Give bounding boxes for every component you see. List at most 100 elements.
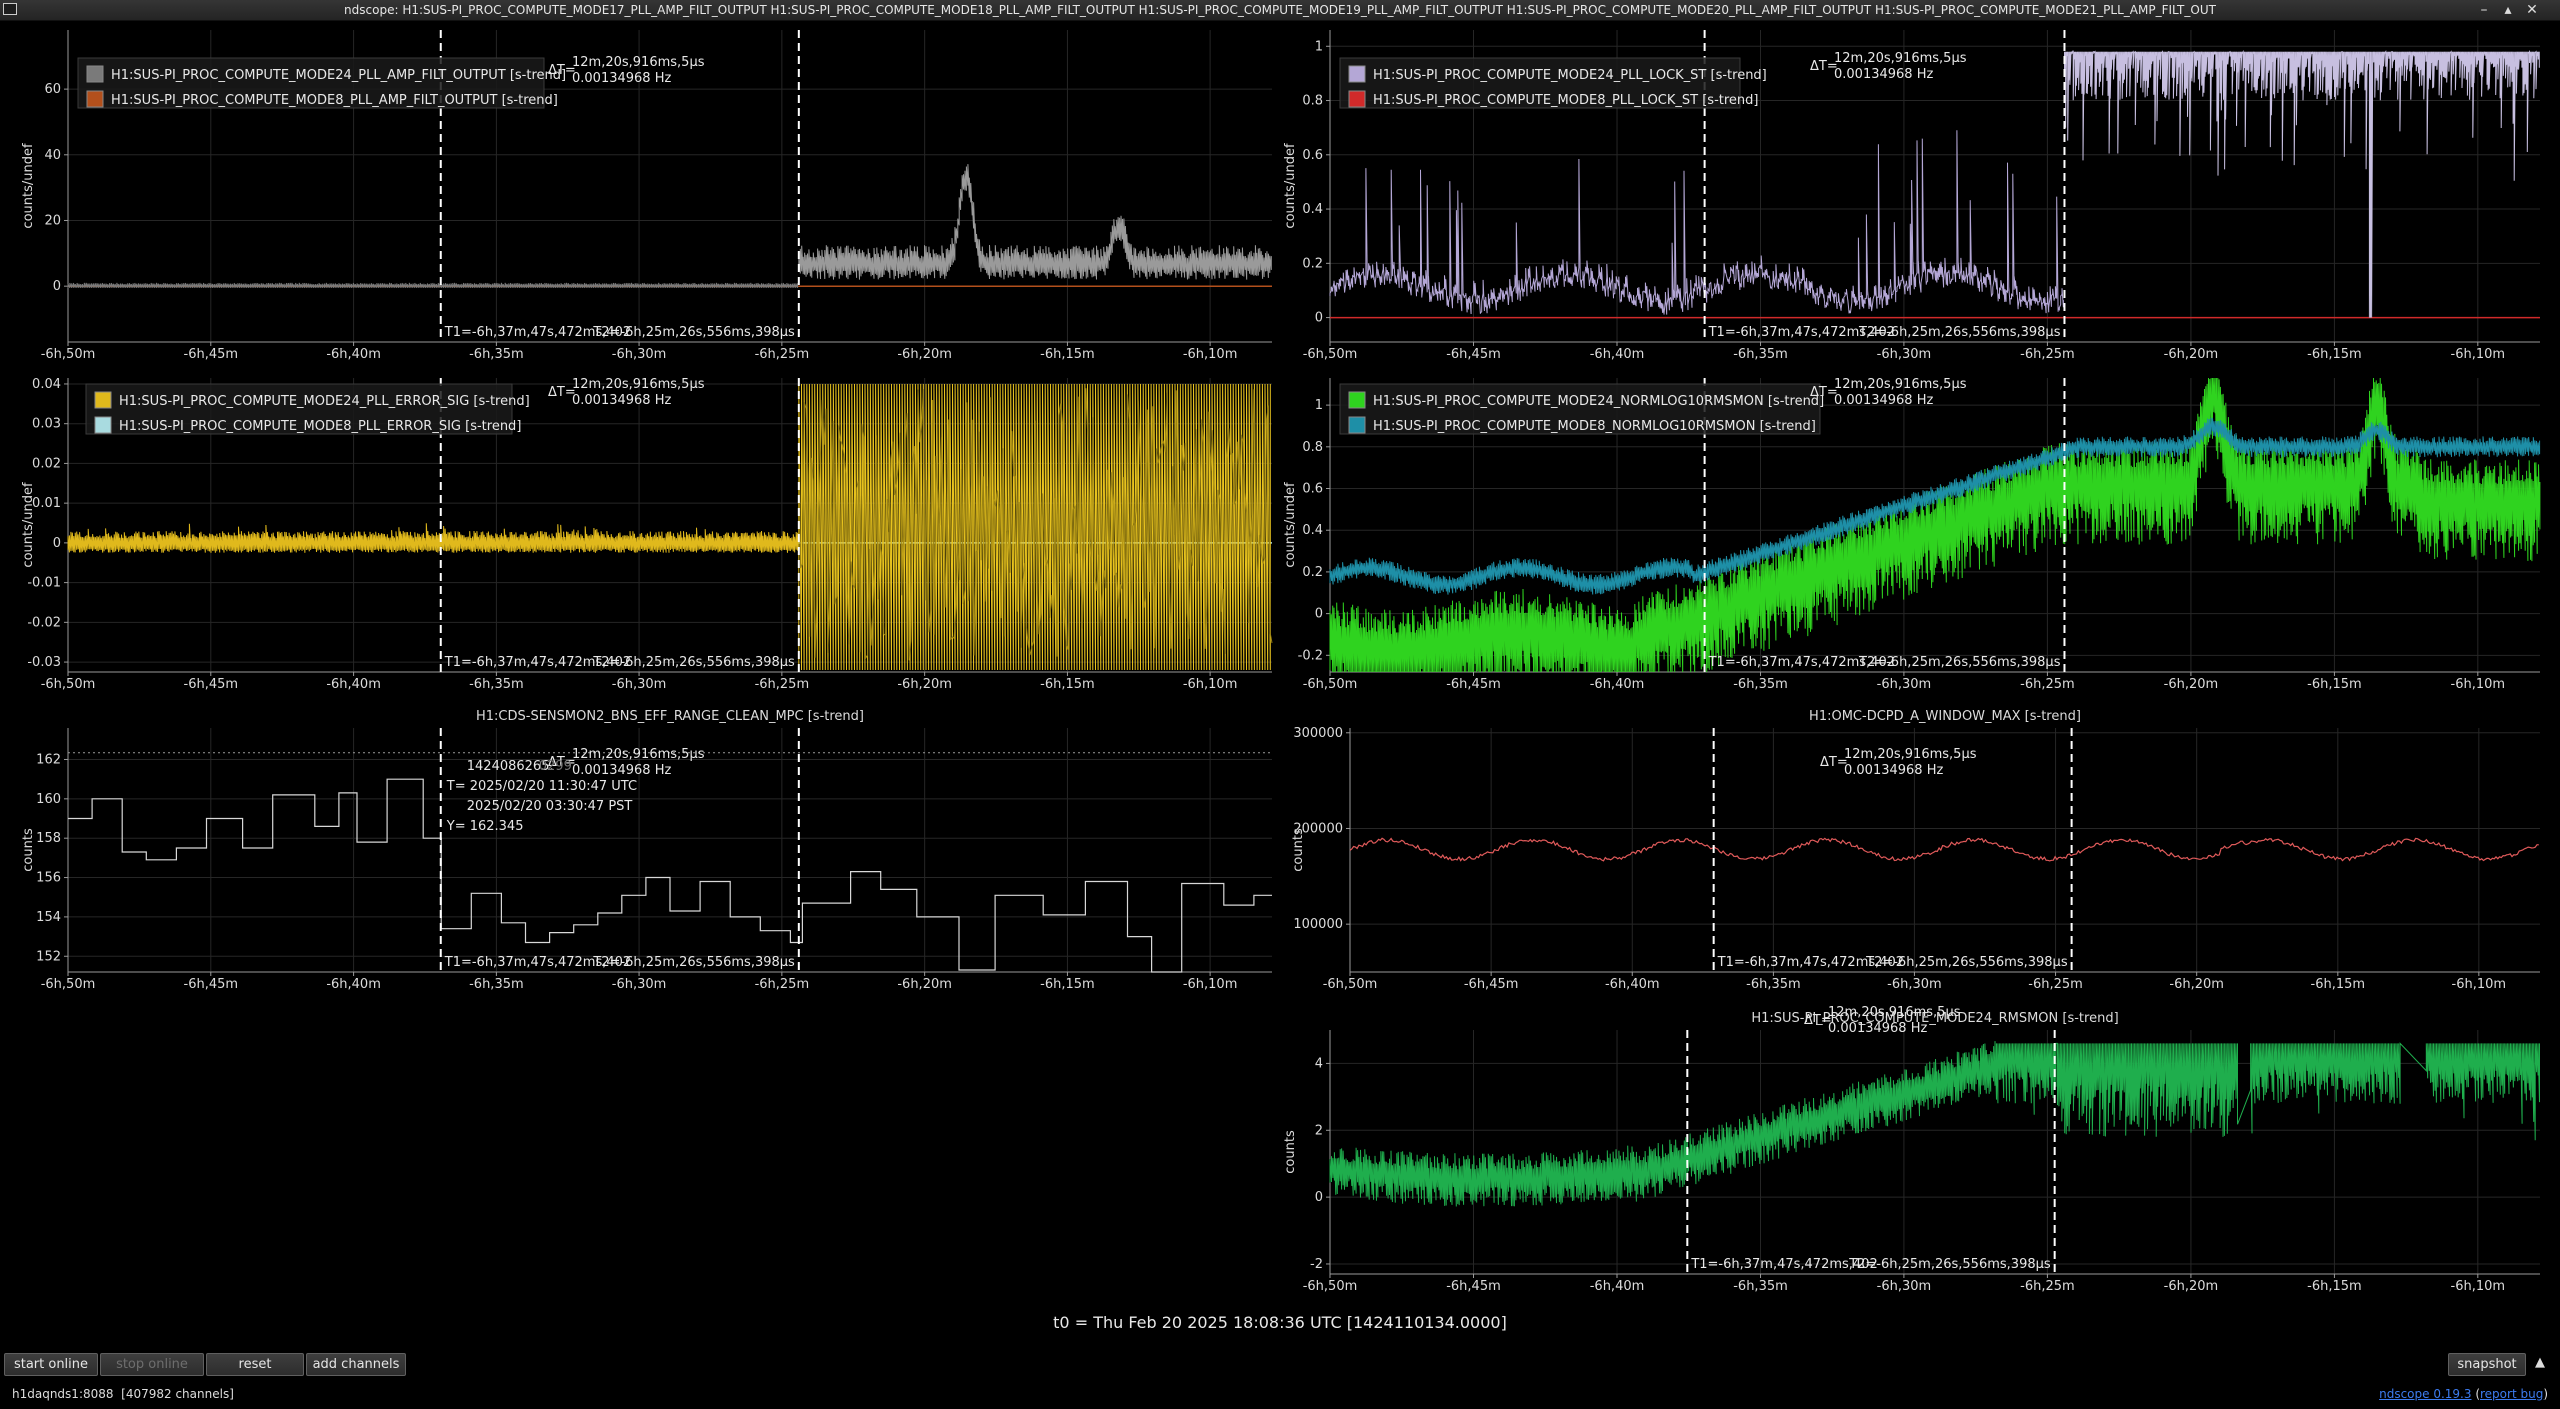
x-tick-label: -6h,40m (1590, 677, 1645, 692)
x-tick-label: -6h,45m (1446, 347, 1501, 362)
x-tick-label: -6h,15m (1040, 977, 1095, 992)
window-titlebar: ndscope: H1:SUS-PI_PROC_COMPUTE_MODE17_P… (0, 0, 2560, 21)
triangle-up-icon[interactable]: ▲ (2535, 1355, 2545, 1370)
series-mode24-pre (1329, 130, 2064, 315)
x-tick-label: -6h,10m (2452, 977, 2507, 992)
plot-amp-filt-output[interactable]: -6h,50m -6h,45m -6h,40m -6h,35m -6h,30m -6h,2… (0, 22, 1280, 370)
x-tick-label: -6h,10m (2451, 1279, 2506, 1294)
y-axis-label: counts/undef (1283, 482, 1298, 568)
x-tick-label: -6h,35m (1733, 347, 1788, 362)
y-tick-label: 20 (44, 213, 61, 228)
x-tick-label: -6h,40m (1605, 977, 1660, 992)
x-tick-label: -6h,45m (1464, 977, 1519, 992)
x-tick-label: -6h,30m (612, 677, 667, 692)
delta-t-value: 12m,20s,916ms,5μs (572, 377, 705, 392)
window-title: ndscope: H1:SUS-PI_PROC_COMPUTE_MODE17_P… (344, 3, 2216, 17)
legend-entry: H1:SUS-PI_PROC_COMPUTE_MODE8_PLL_ERROR_S… (119, 419, 521, 434)
y-tick-label: 0.4 (1302, 202, 1323, 217)
legend-swatch (86, 90, 104, 108)
ndscope-version-link[interactable]: ndscope 0.19.3 (2379, 1387, 2471, 1401)
crosshair-pst: 2025/02/20 03:30:47 PST (467, 799, 633, 814)
series-mode24-pre (67, 523, 799, 553)
y-tick-label: 0.2 (1302, 565, 1323, 580)
x-tick-label: -6h,20m (2164, 347, 2219, 362)
x-tick-label: -6h,40m (326, 347, 381, 362)
minimize-icon[interactable]: – (2474, 1, 2494, 19)
close-icon[interactable]: ✕ (2522, 1, 2542, 19)
plot-bns-eff-range[interactable]: -6h,50m -6h,45m -6h,40m -6h,35m -6h,30m -6h,2… (0, 700, 1280, 1002)
x-tick-label: -6h,25m (755, 347, 810, 362)
x-tick-label: -6h,50m (41, 677, 96, 692)
x-tick-label: -6h,15m (2307, 1279, 2362, 1294)
report-bug-link[interactable]: report bug (2480, 1387, 2543, 1401)
crosshair-gps-frac: 0299 (539, 759, 572, 774)
series-mode8 (1329, 417, 2541, 595)
x-tick-label: -6h,50m (1303, 1279, 1358, 1294)
series-mode24-post (798, 164, 1272, 280)
snapshot-button[interactable]: snapshot (2448, 1353, 2526, 1376)
x-tick-label: -6h,25m (2020, 677, 2075, 692)
x-tick-label: -6h,30m (1877, 1279, 1932, 1294)
y-tick-label: 0.2 (1302, 256, 1323, 271)
x-tick-label: -6h,30m (1877, 677, 1932, 692)
delta-f-value: 0.00134968 Hz (1828, 1021, 1927, 1036)
legend-swatch (1348, 65, 1366, 83)
y-tick-label: 160 (36, 792, 61, 807)
add-channels-button[interactable]: add channels (306, 1353, 406, 1376)
y-tick-label: 0.4 (1302, 523, 1323, 538)
plot-pll-error-sig[interactable]: -6h,50m -6h,45m -6h,40m -6h,35m -6h,30m -6h,2… (0, 370, 1280, 700)
x-tick-label: -6h,20m (2169, 977, 2224, 992)
y-tick-label: 162 (36, 752, 61, 767)
t2-label: T2=-6h,25m,26s,556ms,398μs (1858, 655, 2061, 670)
legend-entry: H1:SUS-PI_PROC_COMPUTE_MODE24_PLL_LOCK_S… (1373, 68, 1767, 83)
x-tick-label: -6h,50m (1303, 677, 1358, 692)
crosshair-y: Y= 162.345 (446, 819, 524, 834)
y-tick-label: -0.01 (27, 576, 61, 591)
delta-t-value: 12m,20s,916ms,5μs (1828, 1005, 1961, 1020)
stop-online-button: stop online (100, 1353, 204, 1376)
y-tick-label: 158 (36, 831, 61, 846)
reset-button[interactable]: reset (206, 1353, 304, 1376)
delta-f-value: 0.00134968 Hz (572, 71, 671, 86)
plot-omc-dcpd-window-max[interactable]: -6h,50m -6h,45m -6h,40m -6h,35m -6h,30m -6h,2… (1282, 700, 2560, 1002)
legend-swatch (86, 65, 104, 83)
t0-label: t0 = Thu Feb 20 2025 18:08:36 UTC [14241… (1053, 1313, 1507, 1332)
delta-f-value: 0.00134968 Hz (1834, 393, 1933, 408)
delta-t-value: 12m,20s,916ms,5μs (1834, 377, 1967, 392)
plot-rmsmon[interactable]: -6h,50m -6h,45m -6h,40m -6h,35m -6h,30m -6h,2… (1282, 1002, 2560, 1304)
x-tick-label: -6h,15m (2311, 977, 2366, 992)
x-tick-label: -6h,40m (1590, 347, 1645, 362)
x-tick-label: -6h,25m (755, 977, 810, 992)
y-tick-label: 0.01 (32, 496, 61, 511)
x-tick-label: -6h,15m (2307, 347, 2362, 362)
y-tick-label: 0.8 (1302, 440, 1323, 455)
legend-entry: H1:SUS-PI_PROC_COMPUTE_MODE8_NORMLOG10RM… (1373, 419, 1816, 434)
x-tick-label: -6h,20m (897, 347, 952, 362)
y-tick-label: 154 (36, 910, 61, 925)
plot-pll-lock-st[interactable]: -6h,50m -6h,45m -6h,40m -6h,35m -6h,30m -6h,2… (1282, 22, 2560, 370)
delta-f-value: 0.00134968 Hz (572, 763, 671, 778)
y-axis-label: counts/undef (1283, 143, 1298, 229)
y-tick-label: -0.03 (27, 655, 61, 670)
x-tick-label: -6h,15m (1040, 347, 1095, 362)
version-links: ndscope 0.19.3 (report bug) (2379, 1387, 2548, 1401)
x-tick-label: -6h,25m (2020, 347, 2075, 362)
delta-t-value: 12m,20s,916ms,5μs (1844, 747, 1977, 762)
x-tick-label: -6h,25m (755, 677, 810, 692)
x-tick-label: -6h,50m (41, 977, 96, 992)
x-tick-label: -6h,10m (1183, 677, 1238, 692)
t2-label: T2=-6h,25m,26s,556ms,398μs (592, 655, 795, 670)
t2-label: T2=-6h,25m,26s,556ms,398μs (592, 955, 795, 970)
x-tick-label: -6h,35m (1746, 977, 1801, 992)
y-tick-label: 0.8 (1302, 94, 1323, 109)
y-tick-label: 1 (1315, 398, 1323, 413)
x-tick-label: -6h,10m (2451, 677, 2506, 692)
start-online-button[interactable]: start online (4, 1353, 98, 1376)
plot-normlog10rmsmon[interactable]: -6h,50m -6h,45m -6h,40m -6h,35m -6h,30m -6h,2… (1282, 370, 2560, 700)
maximize-icon[interactable]: ▴ (2498, 1, 2518, 19)
x-tick-label: -6h,30m (612, 347, 667, 362)
x-tick-label: -6h,45m (1446, 677, 1501, 692)
y-tick-label: 40 (44, 148, 61, 163)
x-tick-label: -6h,20m (897, 977, 952, 992)
plot-title: H1:CDS-SENSMON2_BNS_EFF_RANGE_CLEAN_MPC … (476, 709, 864, 724)
